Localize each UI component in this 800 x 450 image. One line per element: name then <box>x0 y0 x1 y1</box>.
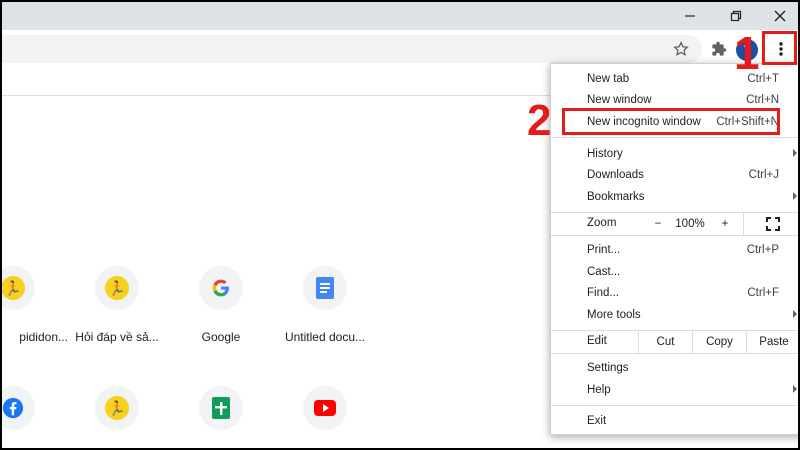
menu-item-bookmarks[interactable]: Bookmarks <box>551 187 798 208</box>
annotation-box-menu-button <box>762 31 797 65</box>
shortcut-tile[interactable]: 🏃 <box>62 386 172 430</box>
shortcut-icon-circle: 🏃 <box>95 386 139 430</box>
fullscreen-icon <box>765 217 780 231</box>
cut-button[interactable]: Cut <box>638 331 692 353</box>
close-button[interactable] <box>758 2 798 30</box>
menu-item-label: More tools <box>587 309 641 321</box>
zoom-plus: + <box>721 218 729 230</box>
shortcut-icon-circle <box>199 386 243 430</box>
menu-item-settings[interactable]: Settings <box>551 358 798 379</box>
shortcut-icon-circle <box>199 266 243 310</box>
menu-item-label: Exit <box>587 415 607 427</box>
menu-item-downloads[interactable]: Downloads Ctrl+J <box>551 165 798 186</box>
submenu-arrow-icon <box>793 310 797 318</box>
menu-item-print[interactable]: Print... Ctrl+P <box>551 240 798 261</box>
zoom-level-value: 100% <box>675 218 705 230</box>
menu-item-label: New tab <box>587 73 630 85</box>
puzzle-icon <box>712 41 727 56</box>
shortcut-tile[interactable]: 🏃 pididon... <box>2 266 68 344</box>
facebook-icon <box>2 397 24 419</box>
annotation-box-incognito <box>562 108 780 135</box>
menu-item-shortcut: Ctrl+N <box>746 94 779 106</box>
menu-item-label: Bookmarks <box>587 191 645 203</box>
shortcut-label: Google <box>201 330 241 344</box>
title-bar <box>2 2 798 30</box>
zoom-minus: − <box>654 218 662 230</box>
paste-label: Paste <box>759 336 789 348</box>
menu-item-label: Print... <box>587 244 621 256</box>
runner-logo-icon: 🏃 <box>105 396 129 420</box>
shortcut-tile[interactable]: Google <box>166 266 276 344</box>
menu-item-label: Settings <box>587 362 629 374</box>
copy-label: Copy <box>706 336 733 348</box>
menu-item-history[interactable]: History <box>551 144 798 165</box>
runner-logo-icon: 🏃 <box>105 276 129 300</box>
menu-separator <box>551 405 798 406</box>
shortcut-tile[interactable] <box>270 386 380 430</box>
youtube-icon <box>314 400 336 416</box>
menu-item-label: New window <box>587 94 652 106</box>
minimize-button[interactable] <box>668 2 712 30</box>
fullscreen-button[interactable] <box>743 213 798 235</box>
shortcut-icon-circle <box>2 386 35 430</box>
copy-button[interactable]: Copy <box>692 331 746 353</box>
address-bar[interactable] <box>2 35 702 63</box>
menu-item-shortcut: Ctrl+J <box>748 169 779 181</box>
menu-edit-row: Edit Cut Copy Paste <box>551 331 798 353</box>
cut-label: Cut <box>656 336 675 348</box>
google-sheets-icon <box>212 397 230 419</box>
google-docs-icon <box>316 277 334 299</box>
restore-icon <box>730 10 742 22</box>
zoom-label: Zoom <box>587 217 617 229</box>
shortcut-label: Untitled docu... <box>284 330 366 344</box>
content-divider <box>2 95 550 96</box>
menu-item-label: Help <box>587 384 611 396</box>
menu-item-more-tools[interactable]: More tools <box>551 305 798 326</box>
shortcut-tile[interactable]: 🏃 Hỏi đáp về sả... <box>62 266 172 344</box>
shortcut-tile[interactable]: Untitled docu... <box>270 266 380 344</box>
submenu-arrow-icon <box>793 149 797 157</box>
shortcut-icon-circle <box>303 386 347 430</box>
menu-item-label: Downloads <box>587 169 644 181</box>
shortcut-icon-circle: 🏃 <box>95 266 139 310</box>
extensions-button[interactable] <box>708 38 730 60</box>
menu-separator <box>551 353 798 354</box>
zoom-out-button[interactable]: − <box>641 213 675 235</box>
bookmark-star-button[interactable] <box>670 38 692 60</box>
menu-item-find[interactable]: Find... Ctrl+F <box>551 283 798 304</box>
menu-zoom-row: Zoom − 100% + <box>551 213 798 235</box>
shortcut-label: Hỏi đáp về sả... <box>75 330 159 344</box>
shortcut-icon-circle: 🏃 <box>2 266 35 310</box>
browser-window: Y 🏃 pididon... 🏃 Hỏi đáp về sả... Google <box>2 2 798 448</box>
annotation-step-1: 1 <box>734 27 760 79</box>
menu-item-exit[interactable]: Exit <box>551 411 798 432</box>
shortcut-tile[interactable] <box>2 386 68 430</box>
paste-button[interactable]: Paste <box>746 331 798 353</box>
submenu-arrow-icon <box>793 192 797 200</box>
menu-item-cast[interactable]: Cast... <box>551 262 798 283</box>
menu-item-new-tab[interactable]: New tab Ctrl+T <box>551 69 798 90</box>
zoom-in-button[interactable]: + <box>707 213 743 235</box>
menu-item-shortcut: Ctrl+F <box>747 287 779 299</box>
runner-logo-icon: 🏃 <box>2 276 25 300</box>
restore-button[interactable] <box>714 2 758 30</box>
edit-label: Edit <box>587 335 607 347</box>
minimize-icon <box>685 15 695 17</box>
menu-separator <box>551 137 798 138</box>
zoom-level: 100% <box>675 213 705 235</box>
menu-item-label: History <box>587 148 623 160</box>
submenu-arrow-icon <box>793 385 797 393</box>
annotation-step-2: 2 <box>527 96 552 145</box>
menu-item-label: Cast... <box>587 266 621 278</box>
menu-item-label: Find... <box>587 287 619 299</box>
google-icon <box>212 279 229 297</box>
menu-item-help[interactable]: Help <box>551 380 798 401</box>
shortcut-icon-circle <box>303 266 347 310</box>
shortcut-label: pididon... <box>19 330 68 344</box>
star-icon <box>673 41 689 56</box>
close-icon <box>774 10 786 22</box>
menu-item-shortcut: Ctrl+P <box>746 244 779 256</box>
menu-separator <box>551 235 798 236</box>
shortcut-tile[interactable] <box>166 386 276 430</box>
